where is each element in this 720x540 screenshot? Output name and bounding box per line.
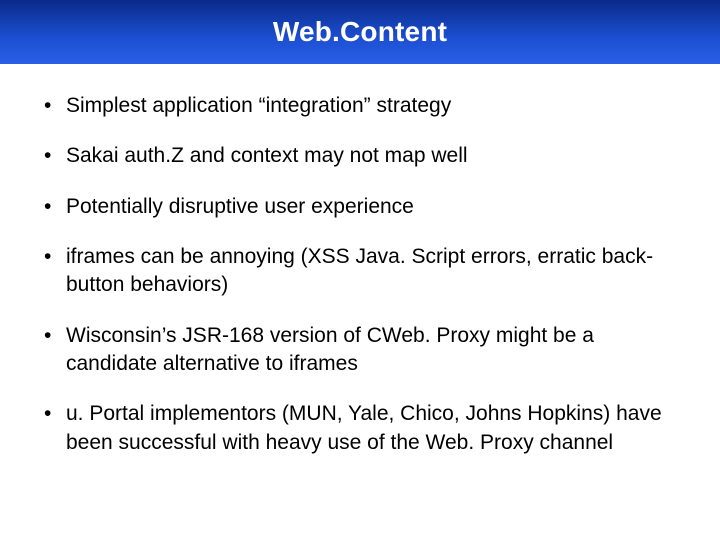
list-item: Potentially disruptive user experience bbox=[36, 193, 684, 221]
list-item: Sakai auth.Z and context may not map wel… bbox=[36, 142, 684, 170]
bullet-text: Simplest application “integration” strat… bbox=[66, 94, 451, 117]
slide-title: Web.Content bbox=[273, 16, 447, 48]
bullet-text: Wisconsin’s JSR-168 version of CWeb. Pro… bbox=[66, 324, 594, 375]
slide-body: Simplest application “integration” strat… bbox=[0, 64, 720, 499]
bullet-text: Sakai auth.Z and context may not map wel… bbox=[66, 144, 468, 167]
title-bar: Web.Content bbox=[0, 0, 720, 64]
bullet-text: u. Portal implementors (MUN, Yale, Chico… bbox=[66, 402, 662, 453]
list-item: u. Portal implementors (MUN, Yale, Chico… bbox=[36, 400, 684, 457]
list-item: Wisconsin’s JSR-168 version of CWeb. Pro… bbox=[36, 322, 684, 379]
list-item: iframes can be annoying (XSS Java. Scrip… bbox=[36, 243, 684, 300]
bullet-text: Potentially disruptive user experience bbox=[66, 195, 414, 218]
slide: Web.Content Simplest application “integr… bbox=[0, 0, 720, 540]
bullet-list: Simplest application “integration” strat… bbox=[36, 92, 684, 457]
list-item: Simplest application “integration” strat… bbox=[36, 92, 684, 120]
bullet-text: iframes can be annoying (XSS Java. Scrip… bbox=[66, 245, 653, 296]
